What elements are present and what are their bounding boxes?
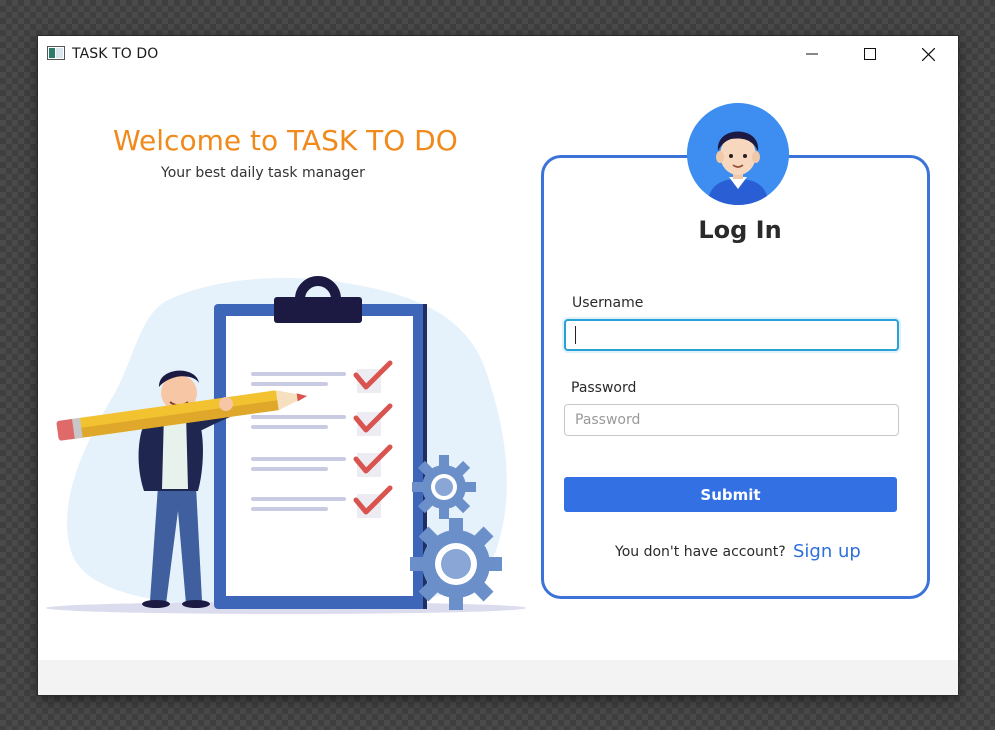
password-input[interactable] xyxy=(564,404,899,436)
app-window: TASK TO DO Welcome to TASK TO DO Your be… xyxy=(38,36,958,695)
username-label: Username xyxy=(572,295,644,311)
maximize-button[interactable] xyxy=(841,36,899,72)
sign-up-link[interactable]: Sign up xyxy=(793,541,861,562)
app-icon xyxy=(47,46,65,60)
window-title: TASK TO DO xyxy=(72,46,159,62)
minimize-icon xyxy=(806,53,818,55)
submit-button[interactable]: Submit xyxy=(564,477,897,512)
clipboard-illustration xyxy=(46,276,526,614)
password-label: Password xyxy=(571,380,637,396)
no-account-text: You don't have account? xyxy=(615,544,786,560)
login-heading: Log In xyxy=(698,216,782,244)
close-icon xyxy=(921,47,935,61)
welcome-subtitle: Your best daily task manager xyxy=(161,165,365,181)
maximize-icon xyxy=(864,48,876,60)
text-caret xyxy=(575,326,576,344)
close-button[interactable] xyxy=(899,36,957,72)
window-footer xyxy=(38,660,958,695)
title-bar[interactable]: TASK TO DO xyxy=(38,36,958,72)
username-input[interactable] xyxy=(564,319,899,351)
welcome-title: Welcome to TASK TO DO xyxy=(113,124,458,157)
user-avatar xyxy=(687,103,789,205)
minimize-button[interactable] xyxy=(783,36,841,72)
user-avatar-icon xyxy=(687,103,789,205)
